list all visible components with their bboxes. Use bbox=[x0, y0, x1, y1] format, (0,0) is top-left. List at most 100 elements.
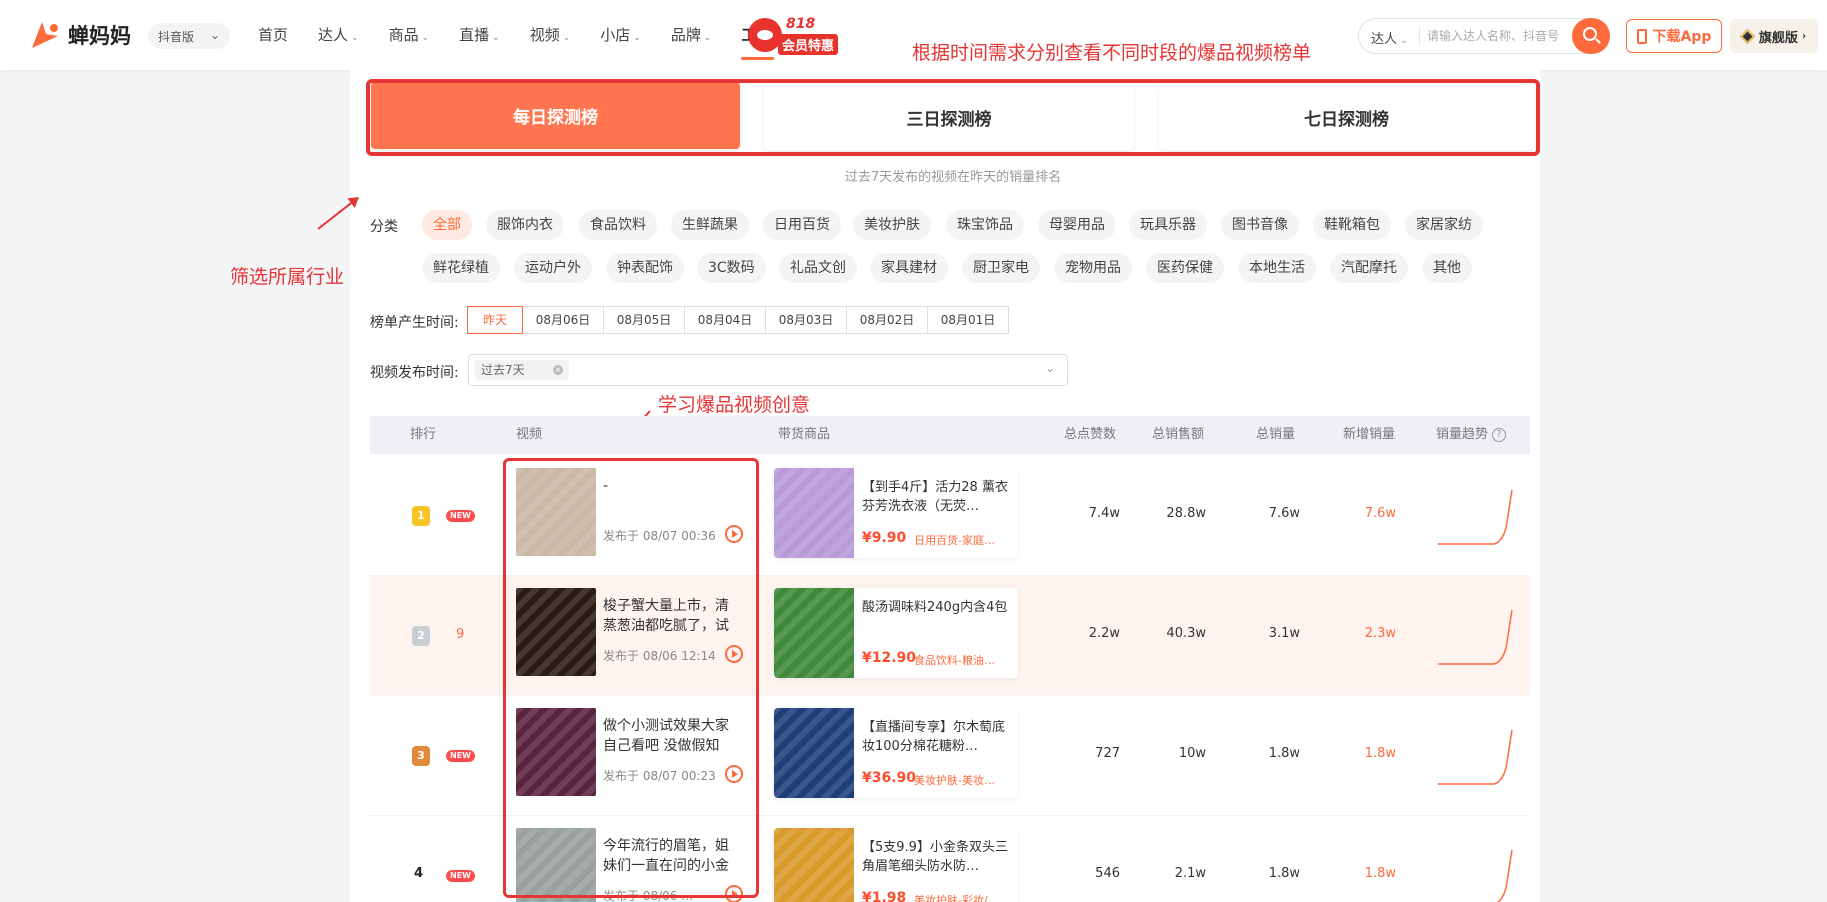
category-chip[interactable]: 图书音像 bbox=[1221, 210, 1299, 240]
table-header: 排行 视频 带货商品 总点赞数 总销售额 总销量 新增销量 销量趋势? bbox=[370, 416, 1530, 454]
help-icon[interactable]: ? bbox=[1492, 427, 1507, 442]
category-chip[interactable]: 鞋靴箱包 bbox=[1313, 210, 1391, 240]
phone-icon bbox=[1636, 28, 1647, 44]
flagship-button[interactable]: 旗舰版 › bbox=[1730, 19, 1818, 53]
product-card[interactable]: 酸汤调味料240g内含4包 ¥12.90 食品饮料-粮油… bbox=[774, 588, 1018, 678]
date-option[interactable]: 08月04日 bbox=[684, 306, 766, 334]
search-type-select[interactable]: 达人 ⌄ bbox=[1371, 28, 1408, 47]
promo-818-banner[interactable]: 818 会员特惠 bbox=[748, 16, 842, 56]
new-sales-value: 2.3w bbox=[1364, 626, 1396, 641]
search-box: 达人 ⌄ bbox=[1358, 18, 1608, 54]
nav-item[interactable]: 商品 ⌄ bbox=[389, 0, 430, 70]
nav-item[interactable]: 视频 ⌄ bbox=[530, 0, 571, 70]
product-title[interactable]: 【5支9.9】小金条双头三角眉笔细头防水防… bbox=[862, 838, 1008, 876]
rank-medal-icon: 2 bbox=[412, 626, 430, 646]
logo[interactable]: 蝉妈妈 bbox=[28, 18, 131, 52]
new-badge: NEW bbox=[446, 750, 475, 762]
chevron-down-icon: ⌄ bbox=[421, 33, 430, 43]
new-badge: NEW bbox=[446, 510, 475, 522]
video-highlight-frame bbox=[503, 458, 759, 898]
product-thumbnail bbox=[774, 708, 854, 798]
product-card[interactable]: 【到手4斤】活力28 薰衣芬芳洗衣液（无荧… ¥9.90 日用百货-家庭… bbox=[774, 468, 1018, 558]
chevron-right-icon: › bbox=[1801, 30, 1807, 42]
thumbnail-image bbox=[774, 828, 854, 902]
category-chip[interactable]: 汽配摩托 bbox=[1330, 253, 1408, 283]
category-chip[interactable]: 钟表配饰 bbox=[606, 253, 684, 283]
sales-amount-value: 2.1w bbox=[1174, 866, 1206, 881]
category-chip[interactable]: 全部 bbox=[422, 210, 472, 240]
col-rank: 排行 bbox=[410, 427, 437, 442]
sales-value: 1.8w bbox=[1268, 866, 1300, 881]
sales-trend-sparkline bbox=[1438, 489, 1513, 545]
new-sales-value: 1.8w bbox=[1364, 866, 1396, 881]
publish-time-tag-label: 过去7天 bbox=[481, 363, 525, 377]
category-chip[interactable]: 美妆护肤 bbox=[853, 210, 931, 240]
category-chip[interactable]: 珠宝饰品 bbox=[946, 210, 1024, 240]
category-chip[interactable]: 礼品文创 bbox=[779, 253, 857, 283]
date-option[interactable]: 08月06日 bbox=[522, 306, 604, 334]
publish-time-select[interactable]: 过去7天 × ⌄ bbox=[468, 354, 1068, 386]
category-chip[interactable]: 鲜花绿植 bbox=[422, 253, 500, 283]
category-chip[interactable]: 家居家纺 bbox=[1405, 210, 1483, 240]
category-chip[interactable]: 其他 bbox=[1422, 253, 1472, 283]
date-option[interactable]: 08月03日 bbox=[765, 306, 847, 334]
platform-select[interactable]: 抖音版 ⌄ bbox=[148, 23, 230, 49]
sales-trend-sparkline bbox=[1438, 609, 1513, 665]
category-chip[interactable]: 宠物用品 bbox=[1054, 253, 1132, 283]
thumbnail-image bbox=[774, 708, 854, 798]
col-video: 视频 bbox=[516, 427, 543, 442]
rank-time-label: 榜单产生时间: bbox=[370, 315, 459, 331]
search-button[interactable] bbox=[1572, 18, 1610, 54]
col-trend-label: 销量趋势 bbox=[1436, 427, 1489, 442]
nav-item[interactable]: 品牌 ⌄ bbox=[671, 0, 712, 70]
product-price: ¥36.90 bbox=[862, 770, 917, 786]
col-new-sales[interactable]: 新增销量 bbox=[1343, 416, 1395, 454]
product-card[interactable]: 【直播间专享】尔木萄底妆100分棉花糖粉… ¥36.90 美妆护肤-美妆… bbox=[774, 708, 1018, 798]
category-chip[interactable]: 3C数码 bbox=[697, 253, 766, 283]
category-chip[interactable]: 母婴用品 bbox=[1038, 210, 1116, 240]
search-type-label: 达人 bbox=[1371, 32, 1398, 47]
product-title[interactable]: 酸汤调味料240g内含4包 bbox=[862, 598, 1008, 617]
product-title[interactable]: 【直播间专享】尔木萄底妆100分棉花糖粉… bbox=[862, 718, 1008, 756]
date-option[interactable]: 08月01日 bbox=[927, 306, 1009, 334]
col-sales-amount[interactable]: 总销售额 bbox=[1152, 416, 1204, 454]
col-sales[interactable]: 总销量 bbox=[1256, 416, 1295, 454]
product-thumbnail bbox=[774, 588, 854, 678]
new-badge: NEW bbox=[446, 870, 475, 882]
likes-value: 727 bbox=[1095, 746, 1120, 761]
category-chip[interactable]: 厨卫家电 bbox=[962, 253, 1040, 283]
category-chip[interactable]: 本地生活 bbox=[1238, 253, 1316, 283]
nav-item-label: 直播 bbox=[459, 26, 490, 44]
product-category: 美妆护肤-美妆… bbox=[914, 774, 995, 787]
rank-time-options: 昨天 08月06日 08月05日 08月04日 08月03日 08月02日 08月01日 bbox=[467, 306, 1009, 334]
promo-text: 会员特惠 bbox=[778, 34, 839, 55]
close-icon[interactable]: × bbox=[553, 365, 563, 375]
category-chip[interactable]: 生鲜蔬果 bbox=[671, 210, 749, 240]
chevron-down-icon: ⌄ bbox=[492, 33, 500, 43]
category-chip[interactable]: 运动户外 bbox=[514, 253, 592, 283]
category-chip[interactable]: 医药保健 bbox=[1146, 253, 1224, 283]
search-input[interactable] bbox=[1427, 25, 1569, 47]
date-option[interactable]: 昨天 bbox=[467, 306, 523, 334]
download-app-label: 下载App bbox=[1652, 29, 1712, 45]
chevron-down-icon: ⌄ bbox=[1400, 35, 1409, 46]
date-option[interactable]: 08月02日 bbox=[846, 306, 928, 334]
category-chip[interactable]: 服饰内衣 bbox=[486, 210, 564, 240]
mascot-icon bbox=[748, 18, 782, 52]
nav-item[interactable]: 首页 bbox=[258, 0, 288, 70]
chevron-down-icon: ⌄ bbox=[1044, 361, 1055, 375]
category-chip[interactable]: 玩具乐器 bbox=[1129, 210, 1207, 240]
category-chip[interactable]: 家具建材 bbox=[870, 253, 948, 283]
col-product: 带货商品 bbox=[778, 427, 831, 442]
date-option[interactable]: 08月05日 bbox=[603, 306, 685, 334]
product-card[interactable]: 【5支9.9】小金条双头三角眉笔细头防水防… ¥1.98 美妆护肤-彩妆/… bbox=[774, 828, 1018, 902]
category-chip[interactable]: 日用百货 bbox=[763, 210, 841, 240]
download-app-button[interactable]: 下载App bbox=[1626, 19, 1722, 53]
nav-item[interactable]: 直播 ⌄ bbox=[459, 0, 500, 70]
product-title[interactable]: 【到手4斤】活力28 薰衣芬芳洗衣液（无荧… bbox=[862, 478, 1008, 516]
category-chip[interactable]: 食品饮料 bbox=[579, 210, 657, 240]
col-likes[interactable]: 总点赞数 bbox=[1064, 416, 1116, 454]
nav-item[interactable]: 小店 ⌄ bbox=[600, 0, 641, 70]
nav-item[interactable]: 达人 ⌄ bbox=[318, 0, 359, 70]
thumbnail-image bbox=[774, 588, 854, 678]
